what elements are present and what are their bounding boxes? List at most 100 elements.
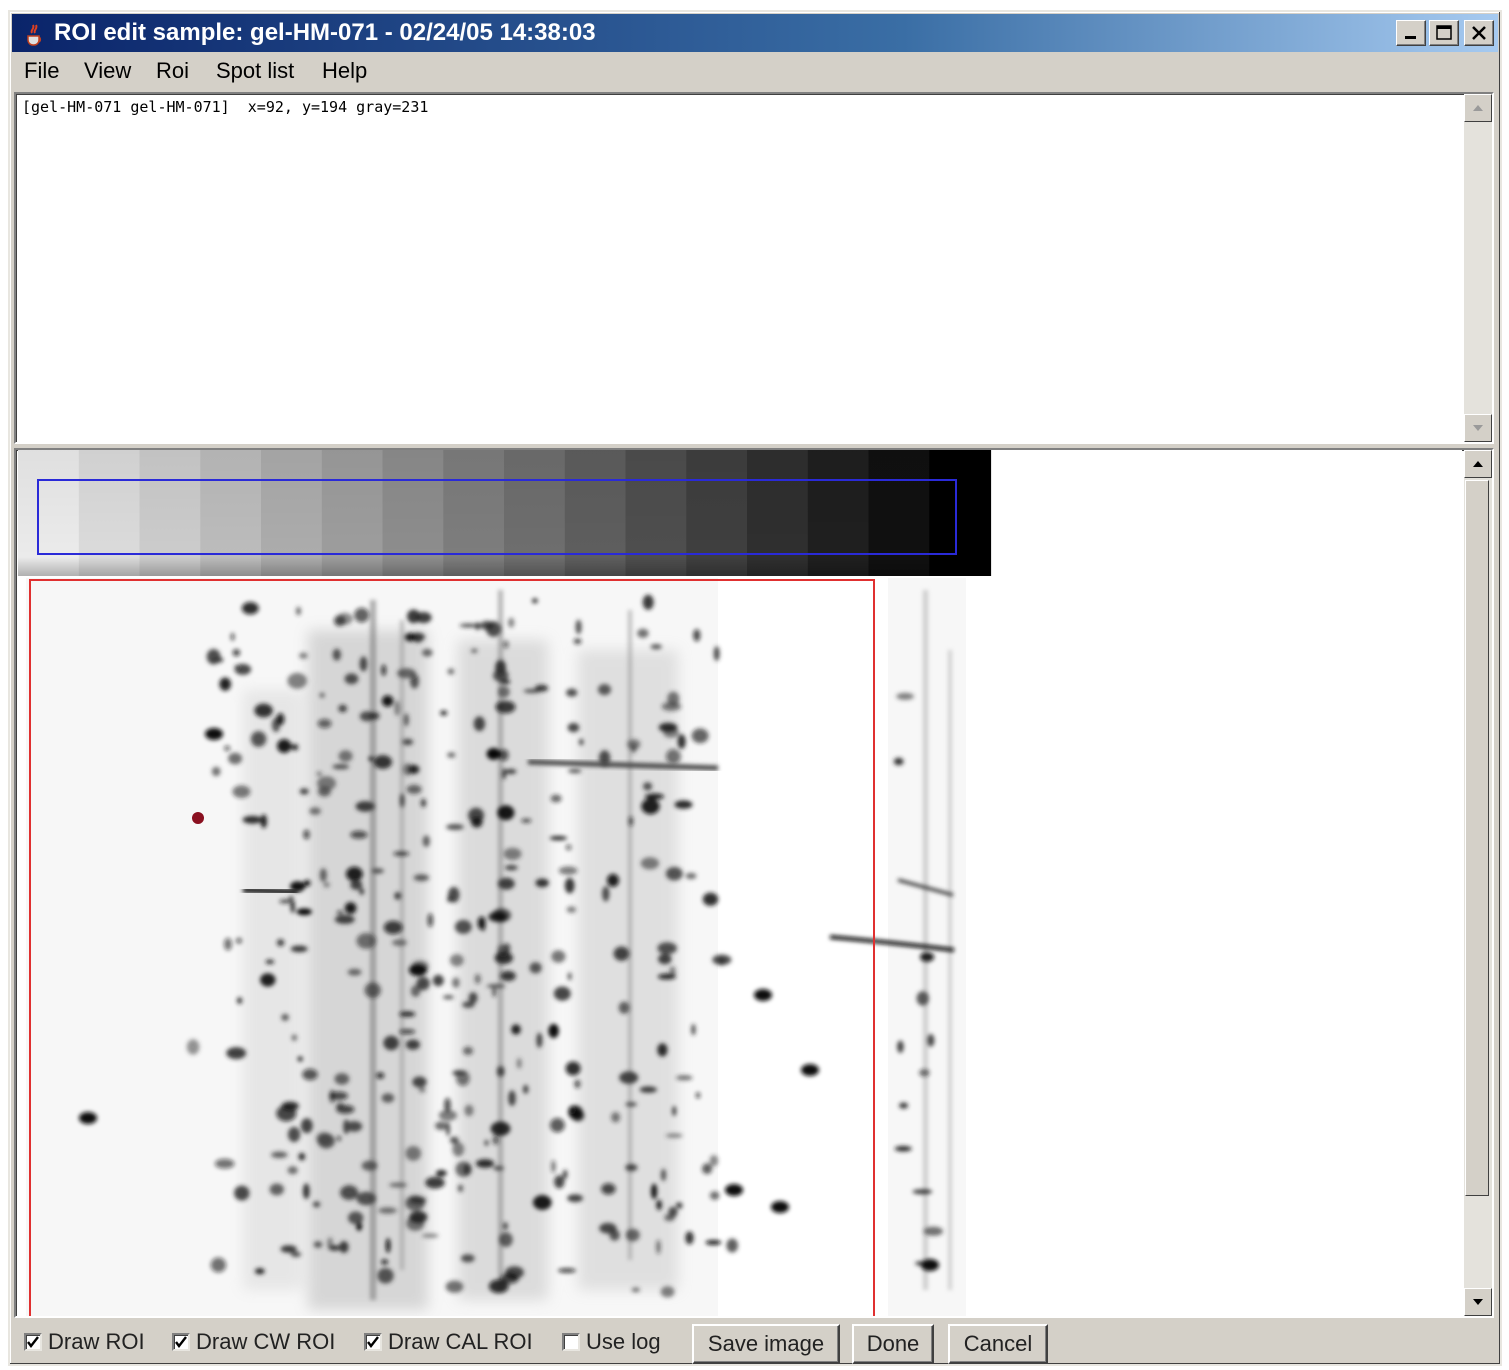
menu-view[interactable]: View	[84, 58, 131, 84]
protein-spot	[302, 1183, 310, 1199]
save-image-button[interactable]: Save image	[692, 1324, 840, 1364]
info-scrollbar[interactable]	[1464, 94, 1492, 442]
protein-spot	[448, 886, 460, 903]
arrow-up-icon	[1473, 105, 1483, 111]
protein-spot	[536, 1032, 543, 1048]
protein-spot	[529, 962, 542, 974]
protein-spot	[313, 1241, 323, 1248]
protein-spot	[553, 986, 571, 1001]
protein-spot	[499, 1232, 513, 1247]
protein-spot	[771, 1201, 789, 1213]
menu-roi[interactable]: Roi	[156, 58, 189, 84]
use-log-checkbox[interactable]: Use log	[562, 1329, 661, 1355]
protein-spot	[452, 1142, 465, 1157]
protein-spot	[226, 1047, 247, 1060]
protein-spot	[894, 1145, 912, 1152]
done-button[interactable]: Done	[852, 1324, 934, 1364]
protein-spot	[709, 1191, 720, 1200]
protein-spot	[675, 1202, 683, 1209]
minimize-button[interactable]	[1396, 20, 1426, 46]
protein-spot	[340, 1185, 359, 1200]
menu-file[interactable]: File	[24, 58, 59, 84]
protein-spot	[897, 1040, 904, 1053]
draw-roi-checkbox[interactable]: Draw ROI	[24, 1329, 145, 1355]
protein-spot	[336, 612, 353, 625]
protein-spot	[334, 914, 355, 924]
image-scroll-pane[interactable]	[14, 448, 1494, 1318]
protein-spot	[628, 816, 634, 827]
draw-roi-label: Draw ROI	[48, 1329, 145, 1354]
info-scroll-up-button[interactable]	[1464, 94, 1492, 122]
title-bar[interactable]: ROI edit sample: gel-HM-071 - 02/24/05 1…	[12, 14, 1498, 52]
protein-spot	[276, 939, 285, 947]
draw-roi-box[interactable]	[24, 1333, 42, 1351]
protein-spot	[658, 953, 672, 965]
window-title: ROI edit sample: gel-HM-071 - 02/24/05 1…	[54, 19, 596, 46]
info-text-area[interactable]: [gel-HM-071 gel-HM-071] x=92, y=194 gray…	[14, 92, 1494, 444]
protein-spot	[644, 793, 665, 800]
protein-spot	[566, 688, 578, 697]
protein-spot	[801, 1064, 819, 1076]
protein-spot	[381, 695, 394, 707]
protein-spot	[242, 815, 263, 824]
protein-spot	[344, 902, 357, 914]
protein-spot	[79, 1112, 97, 1124]
strip-shading	[18, 450, 990, 576]
protein-spot	[672, 1105, 677, 1117]
protein-spot	[381, 1259, 389, 1265]
java-cup-icon	[27, 24, 42, 46]
image-scroll-thumb[interactable]	[1465, 480, 1489, 1196]
image-scroll-up-button[interactable]	[1464, 450, 1492, 478]
use-log-box[interactable]	[562, 1333, 580, 1351]
protein-spot	[494, 951, 513, 964]
protein-spot	[250, 731, 267, 747]
protein-spot	[425, 1176, 445, 1189]
protein-spot	[280, 1245, 297, 1253]
protein-spot	[383, 920, 403, 935]
maximize-button[interactable]	[1429, 20, 1459, 46]
protein-spot	[234, 1185, 250, 1201]
gel-image[interactable]	[18, 450, 1462, 1316]
protein-spot	[435, 1121, 448, 1131]
protein-spot	[493, 1166, 504, 1171]
protein-spot	[427, 913, 434, 928]
draw-cal-roi-box[interactable]	[364, 1333, 382, 1351]
protein-spot	[442, 995, 454, 1000]
info-scroll-down-button[interactable]	[1464, 414, 1492, 442]
protein-spot	[613, 946, 630, 961]
protein-spot	[447, 752, 456, 758]
close-button[interactable]	[1464, 20, 1494, 46]
protein-spot	[350, 830, 368, 839]
protein-spot	[356, 1191, 376, 1206]
menu-spot-list[interactable]: Spot list	[216, 58, 294, 84]
protein-spot	[291, 744, 299, 751]
cancel-button[interactable]: Cancel	[948, 1324, 1048, 1364]
protein-spot	[354, 607, 370, 623]
protein-spot	[531, 598, 538, 604]
protein-spot	[535, 878, 549, 888]
protein-spot	[383, 1035, 400, 1051]
draw-cw-roi-box[interactable]	[172, 1333, 190, 1351]
image-scrollbar[interactable]	[1464, 450, 1492, 1316]
protein-spot	[607, 873, 619, 887]
protein-spot	[497, 1066, 505, 1077]
draw-cw-roi-checkbox[interactable]: Draw CW ROI	[172, 1329, 335, 1355]
protein-spot	[336, 1135, 342, 1142]
protein-spot	[371, 868, 384, 874]
protein-spot	[317, 776, 336, 791]
arrow-up-icon	[1473, 461, 1483, 467]
protein-spot	[393, 851, 410, 856]
image-scroll-down-button[interactable]	[1464, 1288, 1492, 1316]
protein-spot	[550, 1118, 565, 1133]
protein-spot	[447, 668, 455, 675]
draw-cal-roi-checkbox[interactable]: Draw CAL ROI	[364, 1329, 533, 1355]
protein-spot	[291, 1034, 298, 1041]
protein-spot	[445, 1122, 451, 1136]
protein-spot	[412, 1076, 427, 1088]
menu-help[interactable]: Help	[322, 58, 367, 84]
protein-spot	[381, 664, 387, 676]
protein-spot	[551, 950, 566, 963]
protein-spot	[452, 1070, 467, 1076]
protein-spot	[899, 1102, 909, 1109]
protein-spot	[394, 892, 402, 900]
